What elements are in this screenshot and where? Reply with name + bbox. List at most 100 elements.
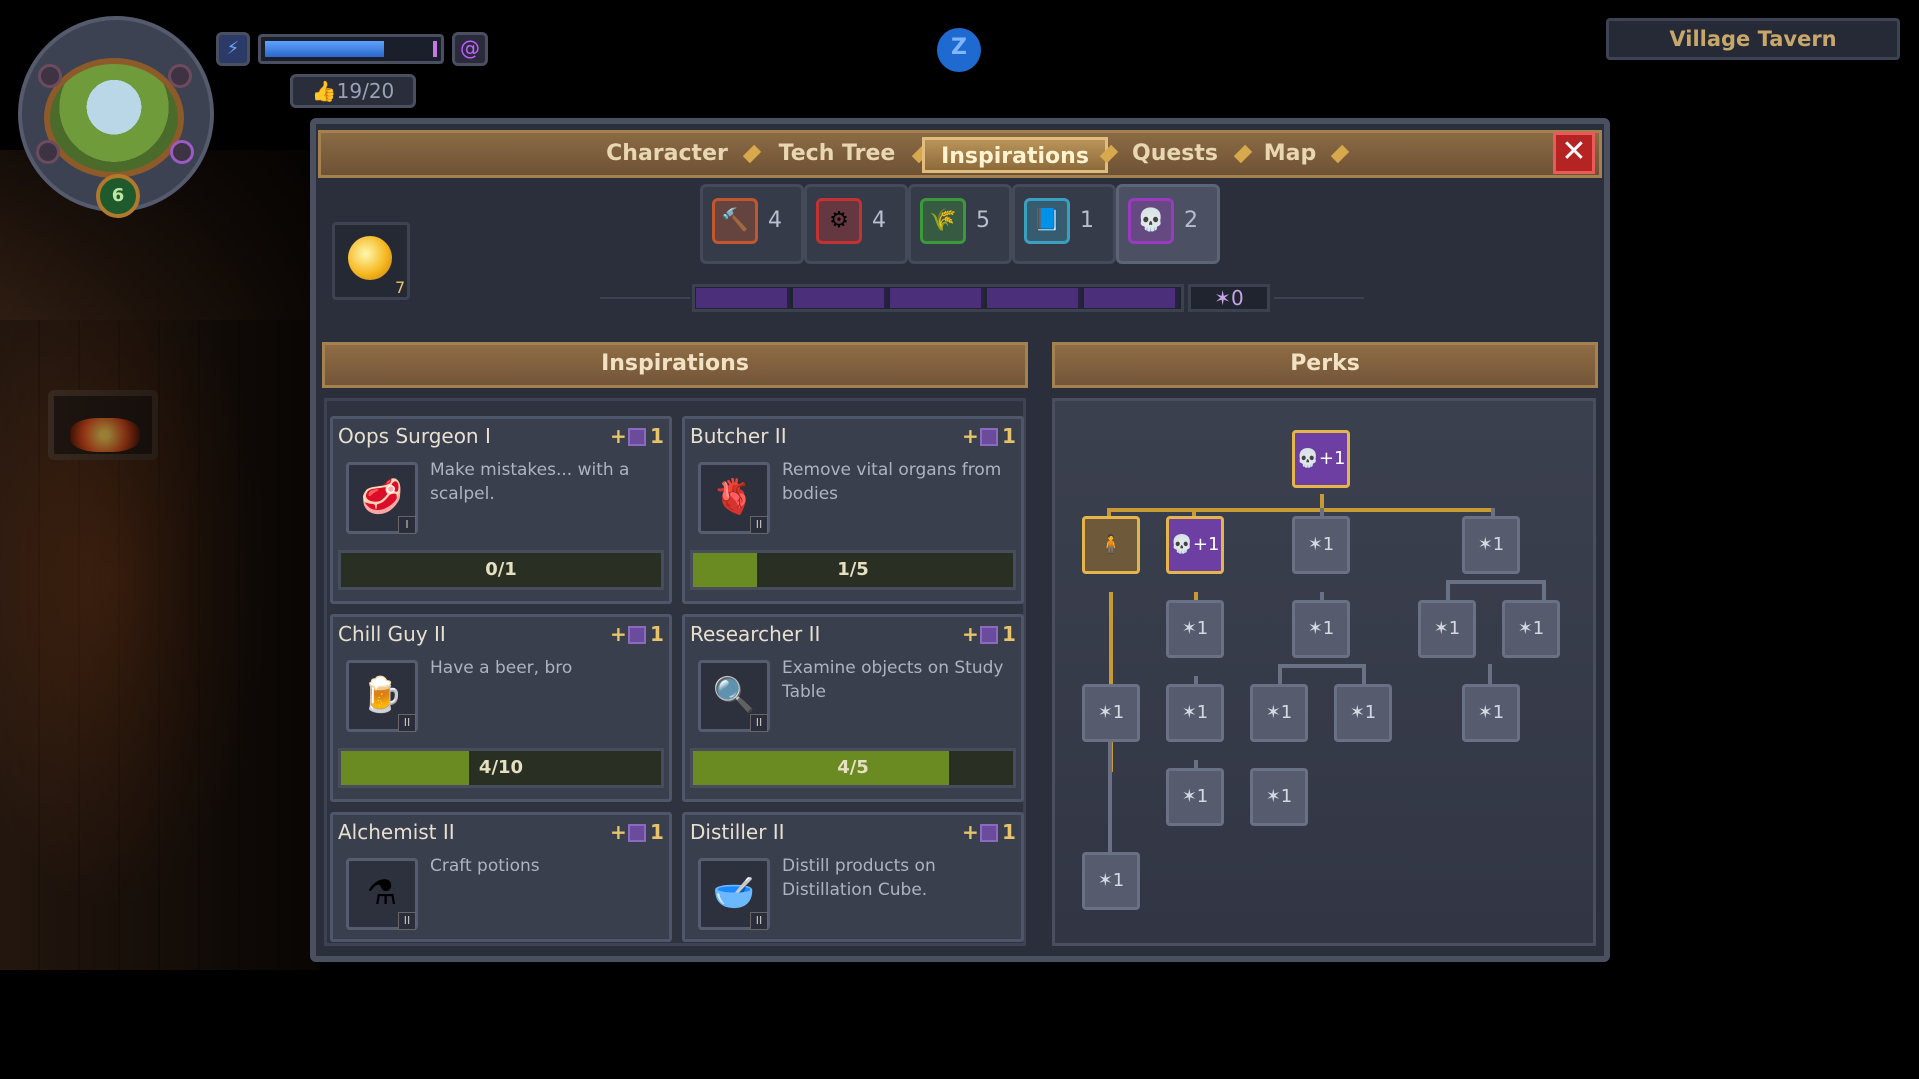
rank-badge: II bbox=[750, 516, 768, 534]
inspirations-header: Inspirations bbox=[322, 342, 1028, 388]
card-title: Butcher II bbox=[690, 424, 787, 448]
inspiration-point-icon bbox=[980, 824, 998, 842]
inspiration-point-icon bbox=[628, 626, 646, 644]
perks-header: Perks bbox=[1052, 342, 1598, 388]
locked-perk-icon[interactable]: ✶1 bbox=[1166, 684, 1224, 742]
card-description: Have a beer, bro bbox=[430, 658, 573, 678]
card-description: Remove vital organs from bodies bbox=[782, 460, 1002, 504]
likes-value: 19/20 bbox=[336, 79, 395, 103]
perk-connector bbox=[1107, 508, 1495, 512]
card-description: Examine objects on Study Table bbox=[782, 658, 1004, 702]
locked-perk-icon[interactable]: ✶1 bbox=[1334, 684, 1392, 742]
locked-perk-icon[interactable]: ✶1 bbox=[1292, 516, 1350, 574]
cost-plus: + bbox=[610, 622, 627, 646]
card-title: Alchemist II bbox=[338, 820, 455, 844]
energy-bar-fill bbox=[265, 41, 384, 57]
card-title: Oops Surgeon I bbox=[338, 424, 491, 448]
card-description: Distill products on Distillation Cube. bbox=[782, 856, 936, 900]
star-progress-segment bbox=[793, 288, 887, 308]
cost-value: 1 bbox=[650, 820, 664, 844]
perk-connector bbox=[1362, 664, 1366, 684]
tab-map[interactable]: Map bbox=[1258, 137, 1322, 173]
rank-badge: II bbox=[750, 714, 768, 732]
locked-perk-icon[interactable]: ✶1 bbox=[1166, 600, 1224, 658]
likes-counter: 👍19/20 bbox=[290, 74, 416, 108]
moon-phase-dot bbox=[38, 64, 62, 88]
rank-badge: II bbox=[398, 912, 416, 930]
progress-text: 0/1 bbox=[485, 559, 517, 580]
skull-perk-icon[interactable]: 💀+1 bbox=[1166, 516, 1224, 574]
divider-line bbox=[1274, 297, 1364, 299]
close-button[interactable]: ✕ bbox=[1553, 132, 1595, 174]
star-progress-segment bbox=[890, 288, 984, 308]
progress-text: 4/10 bbox=[478, 757, 524, 778]
perk-connector bbox=[1108, 742, 1112, 852]
thumbs-up-icon: 👍 bbox=[311, 79, 337, 103]
locked-perk-icon[interactable]: ✶1 bbox=[1166, 768, 1224, 826]
star-progress-value: ✶0 bbox=[1188, 284, 1270, 312]
category-count: 5 bbox=[976, 208, 990, 233]
perk-connector bbox=[1488, 664, 1492, 684]
category-count: 2 bbox=[1184, 208, 1198, 233]
wheat-icon: 🌾 bbox=[920, 198, 966, 244]
inspiration-point-icon bbox=[628, 824, 646, 842]
moon-phase-dot bbox=[36, 140, 60, 164]
human-perk-icon[interactable]: 🧍 bbox=[1082, 516, 1140, 574]
cost-plus: + bbox=[962, 424, 979, 448]
rank-badge: II bbox=[398, 714, 416, 732]
perk-connector bbox=[1278, 664, 1282, 684]
energy-bar-tick bbox=[433, 41, 437, 57]
locked-perk-icon[interactable]: ✶1 bbox=[1250, 684, 1308, 742]
rank-badge: I bbox=[398, 516, 416, 534]
skull-icon: 💀 bbox=[1128, 198, 1174, 244]
tab-inspirations[interactable]: Inspirations bbox=[922, 137, 1108, 173]
gear-icon: ⚙ bbox=[816, 198, 862, 244]
sleep-z-icon[interactable]: Z bbox=[937, 28, 981, 72]
day-time-portrait bbox=[44, 58, 184, 178]
moon-phase-dot bbox=[170, 140, 194, 164]
locked-perk-icon[interactable]: ✶1 bbox=[1250, 768, 1308, 826]
locked-perk-icon[interactable]: ✶1 bbox=[1082, 684, 1140, 742]
inspiration-point-icon bbox=[980, 428, 998, 446]
cost-plus: + bbox=[610, 424, 627, 448]
card-title: Chill Guy II bbox=[338, 622, 446, 646]
locked-perk-icon[interactable]: ✶1 bbox=[1418, 600, 1476, 658]
location-label: Village Tavern bbox=[1606, 18, 1900, 60]
inspiration-point-icon bbox=[628, 428, 646, 446]
skull-perk-icon[interactable]: 💀+1 bbox=[1292, 430, 1350, 488]
divider-line bbox=[600, 297, 690, 299]
tab-quests[interactable]: Quests bbox=[1126, 137, 1224, 173]
swirl-spiral-icon: @ bbox=[452, 32, 488, 66]
perk-connector bbox=[1542, 580, 1546, 600]
cost-value: 1 bbox=[650, 424, 664, 448]
perk-connector bbox=[1446, 580, 1450, 600]
category-count: 1 bbox=[1080, 208, 1094, 233]
inspiration-point-icon bbox=[980, 626, 998, 644]
locked-perk-icon[interactable]: ✶1 bbox=[1292, 600, 1350, 658]
perk-connector bbox=[1278, 664, 1366, 668]
gold-orb-icon bbox=[348, 236, 392, 280]
level-badge: 6 bbox=[96, 174, 140, 218]
star-progress-segment bbox=[696, 288, 790, 308]
energy-lightning-icon: ⚡ bbox=[216, 32, 250, 66]
moon-phase-dot bbox=[168, 64, 192, 88]
category-count: 4 bbox=[872, 208, 886, 233]
cost-value: 1 bbox=[650, 622, 664, 646]
tab-character[interactable]: Character bbox=[598, 137, 736, 173]
locked-perk-icon[interactable]: ✶1 bbox=[1462, 516, 1520, 574]
inspiration-points-count: 7 bbox=[395, 278, 406, 297]
locked-perk-icon[interactable]: ✶1 bbox=[1462, 684, 1520, 742]
progress-text: 4/5 bbox=[837, 757, 869, 778]
progress-text: 1/5 bbox=[837, 559, 869, 580]
cost-plus: + bbox=[962, 820, 979, 844]
locked-perk-icon[interactable]: ✶1 bbox=[1502, 600, 1560, 658]
perk-connector bbox=[1446, 580, 1546, 584]
category-count: 4 bbox=[768, 208, 782, 233]
tab-tech-tree[interactable]: Tech Tree bbox=[772, 137, 902, 173]
cost-plus: + bbox=[610, 820, 627, 844]
cost-value: 1 bbox=[1002, 424, 1016, 448]
energy-bar bbox=[258, 34, 444, 64]
card-title: Researcher II bbox=[690, 622, 821, 646]
star-progress-segment bbox=[1084, 288, 1178, 308]
locked-perk-icon[interactable]: ✶1 bbox=[1082, 852, 1140, 910]
